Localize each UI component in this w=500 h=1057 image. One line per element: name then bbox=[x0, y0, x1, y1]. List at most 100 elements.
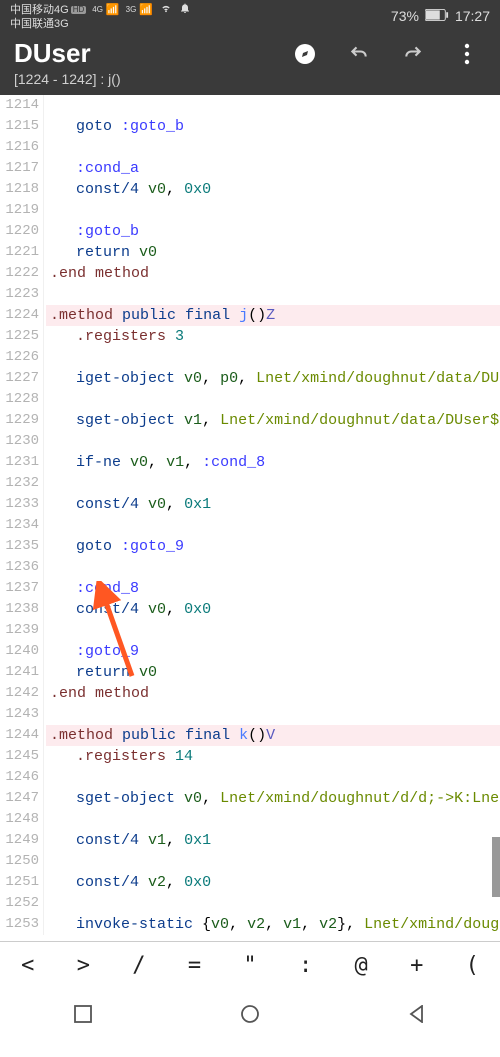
code-line[interactable]: sget-object v0, Lnet/xmind/doughnut/d/d;… bbox=[46, 788, 500, 809]
battery-pct: 73% bbox=[391, 8, 419, 24]
code-line[interactable]: .method public final j()Z bbox=[46, 305, 500, 326]
status-bar: 中国移动4G HD 4G 📶 3G 📶 中国联通3G 73% 17:27 bbox=[0, 0, 500, 32]
line-number: 1238 bbox=[0, 599, 39, 620]
line-number: 1229 bbox=[0, 410, 39, 431]
system-nav-bar bbox=[0, 989, 500, 1039]
signal2-icon: 📶 bbox=[139, 4, 153, 16]
code-line[interactable]: iget-object v0, p0, Lnet/xmind/doughnut/… bbox=[46, 368, 500, 389]
undo-icon[interactable] bbox=[346, 41, 372, 67]
line-number: 1234 bbox=[0, 515, 39, 536]
code-line[interactable]: .registers 3 bbox=[46, 326, 500, 347]
line-number: 1243 bbox=[0, 704, 39, 725]
symbol-key[interactable]: = bbox=[167, 953, 223, 978]
code-line[interactable]: .end method bbox=[46, 263, 500, 284]
line-number: 1215 bbox=[0, 116, 39, 137]
line-number: 1247 bbox=[0, 788, 39, 809]
page-subtitle: [1224 - 1242] : j() bbox=[14, 71, 486, 87]
code-line[interactable] bbox=[46, 389, 500, 410]
line-number: 1217 bbox=[0, 158, 39, 179]
line-number: 1248 bbox=[0, 809, 39, 830]
line-number: 1230 bbox=[0, 431, 39, 452]
carrier2-label: 中国联通3G bbox=[10, 18, 69, 30]
redo-icon[interactable] bbox=[400, 41, 426, 67]
symbol-key[interactable]: ( bbox=[445, 953, 500, 978]
code-line[interactable]: return v0 bbox=[46, 662, 500, 683]
symbol-key[interactable]: < bbox=[0, 953, 56, 978]
line-number: 1251 bbox=[0, 872, 39, 893]
code-line[interactable]: const/4 v0, 0x0 bbox=[46, 179, 500, 200]
wifi-icon bbox=[159, 3, 173, 17]
code-line[interactable]: goto :goto_b bbox=[46, 116, 500, 137]
line-number: 1253 bbox=[0, 914, 39, 935]
line-number: 1219 bbox=[0, 200, 39, 221]
code-editor[interactable]: 1214121512161217121812191220122112221223… bbox=[0, 95, 500, 941]
line-number: 1226 bbox=[0, 347, 39, 368]
overflow-menu-icon[interactable] bbox=[454, 41, 480, 67]
code-line[interactable]: :cond_a bbox=[46, 158, 500, 179]
symbol-key[interactable]: " bbox=[222, 953, 278, 978]
code-line[interactable]: const/4 v1, 0x1 bbox=[46, 830, 500, 851]
scrollbar-thumb[interactable] bbox=[492, 837, 500, 897]
code-line[interactable]: :goto_9 bbox=[46, 641, 500, 662]
code-line[interactable]: :cond_8 bbox=[46, 578, 500, 599]
code-line[interactable] bbox=[46, 620, 500, 641]
status-carriers: 中国移动4G HD 4G 📶 3G 📶 中国联通3G bbox=[10, 2, 191, 29]
back-button[interactable] bbox=[405, 1002, 429, 1026]
code-line[interactable]: const/4 v0, 0x1 bbox=[46, 494, 500, 515]
code-line[interactable] bbox=[46, 284, 500, 305]
app-toolbar: DUser [1224 - 1242] : j() bbox=[0, 32, 500, 95]
code-line[interactable]: goto :goto_9 bbox=[46, 536, 500, 557]
code-line[interactable] bbox=[46, 557, 500, 578]
code-line[interactable]: sget-object v1, Lnet/xmind/doughnut/data… bbox=[46, 410, 500, 431]
symbol-key[interactable]: + bbox=[389, 953, 445, 978]
line-number: 1250 bbox=[0, 851, 39, 872]
code-line[interactable] bbox=[46, 200, 500, 221]
code-line[interactable]: const/4 v0, 0x0 bbox=[46, 599, 500, 620]
code-line[interactable] bbox=[46, 515, 500, 536]
code-line[interactable]: return v0 bbox=[46, 242, 500, 263]
code-line[interactable] bbox=[46, 347, 500, 368]
symbol-input-row: <>/=":@+( bbox=[0, 941, 500, 989]
line-number: 1225 bbox=[0, 326, 39, 347]
code-line[interactable] bbox=[46, 137, 500, 158]
code-line[interactable] bbox=[46, 704, 500, 725]
line-number: 1218 bbox=[0, 179, 39, 200]
line-number: 1235 bbox=[0, 536, 39, 557]
code-line[interactable] bbox=[46, 473, 500, 494]
symbol-key[interactable]: : bbox=[278, 953, 334, 978]
code-area[interactable]: goto :goto_b:cond_aconst/4 v0, 0x0:goto_… bbox=[46, 95, 500, 935]
home-button[interactable] bbox=[238, 1002, 262, 1026]
net1-label: 4G bbox=[92, 6, 103, 15]
code-line[interactable]: .registers 14 bbox=[46, 746, 500, 767]
line-number: 1232 bbox=[0, 473, 39, 494]
code-line[interactable]: .method public final k()V bbox=[46, 725, 500, 746]
code-line[interactable] bbox=[46, 95, 500, 116]
code-line[interactable] bbox=[46, 809, 500, 830]
line-number: 1244 bbox=[0, 725, 39, 746]
line-number: 1236 bbox=[0, 557, 39, 578]
code-line[interactable]: const/4 v2, 0x0 bbox=[46, 872, 500, 893]
recent-apps-button[interactable] bbox=[71, 1002, 95, 1026]
code-line[interactable]: if-ne v0, v1, :cond_8 bbox=[46, 452, 500, 473]
symbol-key[interactable]: / bbox=[111, 953, 167, 978]
line-number: 1214 bbox=[0, 95, 39, 116]
page-title: DUser bbox=[14, 38, 91, 69]
code-line[interactable] bbox=[46, 431, 500, 452]
line-number: 1228 bbox=[0, 389, 39, 410]
compass-icon[interactable] bbox=[292, 41, 318, 67]
line-number: 1224 bbox=[0, 305, 39, 326]
code-line[interactable] bbox=[46, 893, 500, 914]
line-number: 1246 bbox=[0, 767, 39, 788]
line-number: 1237 bbox=[0, 578, 39, 599]
net2-label: 3G bbox=[126, 6, 137, 15]
status-right: 73% 17:27 bbox=[391, 8, 490, 24]
signal1-icon: 📶 bbox=[106, 4, 120, 16]
line-number: 1222 bbox=[0, 263, 39, 284]
symbol-key[interactable]: > bbox=[56, 953, 112, 978]
code-line[interactable]: :goto_b bbox=[46, 221, 500, 242]
code-line[interactable]: invoke-static {v0, v2, v1, v2}, Lnet/xmi… bbox=[46, 914, 500, 935]
code-line[interactable] bbox=[46, 767, 500, 788]
code-line[interactable]: .end method bbox=[46, 683, 500, 704]
symbol-key[interactable]: @ bbox=[333, 953, 389, 978]
code-line[interactable] bbox=[46, 851, 500, 872]
